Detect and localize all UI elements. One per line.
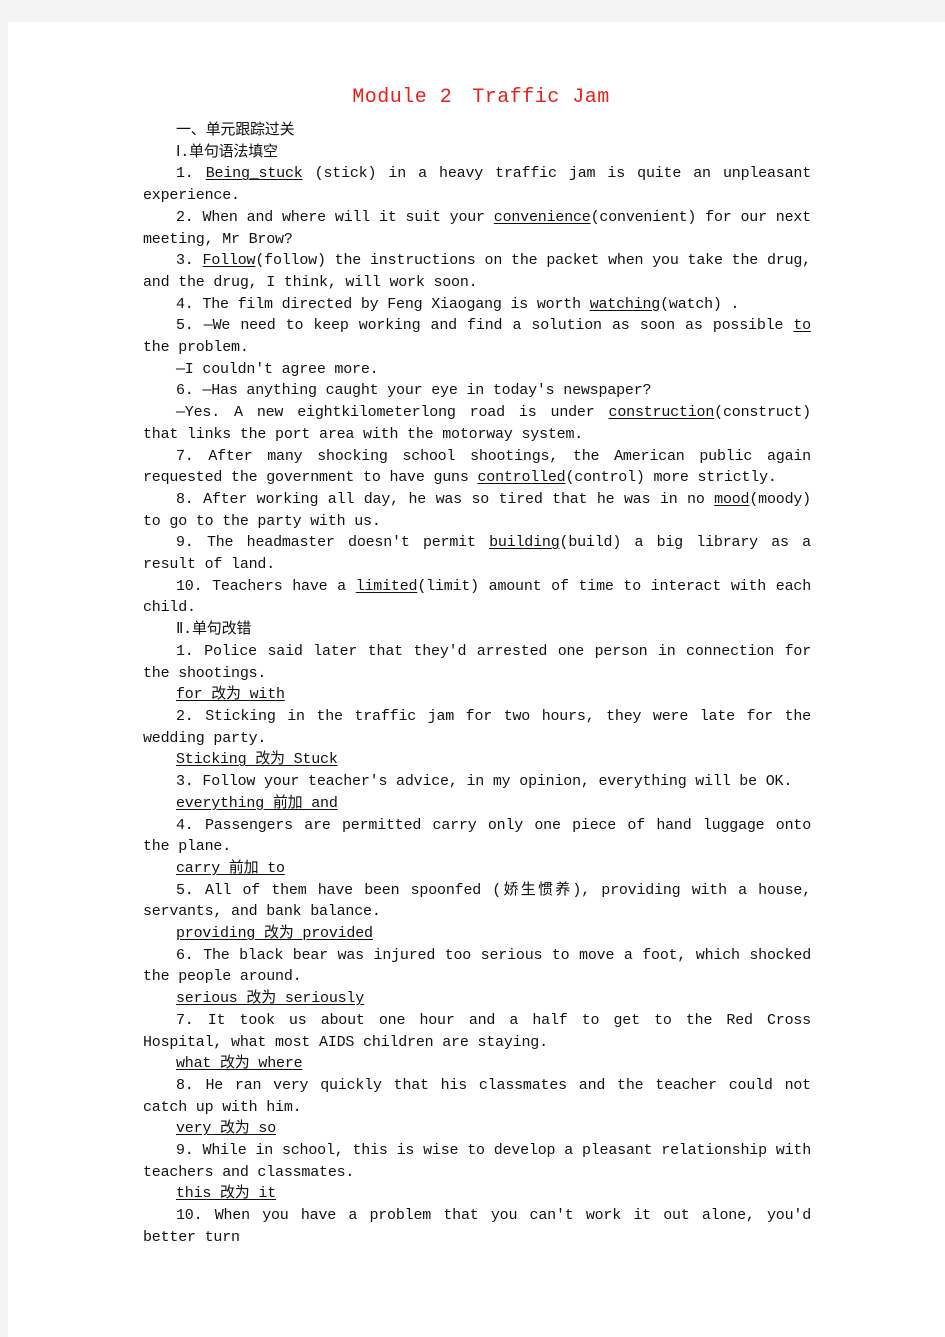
- error-item-1: 1. Police said later that they'd arreste…: [143, 642, 811, 682]
- answer: to: [793, 317, 811, 335]
- error-item-7: 7. It took us about one hour and a half …: [143, 1011, 811, 1051]
- error-item-3: 3. Follow your teacher's advice, in my o…: [176, 773, 793, 791]
- answer: convenience: [493, 208, 591, 226]
- fill-item-4: 4. The film directed by Feng Xiaogang is…: [176, 295, 740, 313]
- fill-item-10: 10. Teachers have a limited(limit) amoun…: [143, 577, 811, 617]
- answer: limited: [355, 577, 418, 595]
- fill-item-9: 9. The headmaster doesn't permit buildin…: [143, 534, 811, 574]
- part1-heading: Ⅰ.单句语法填空: [176, 143, 278, 161]
- correction-2: Sticking 改为 Stuck: [176, 751, 338, 769]
- title-topic: Traffic Jam: [472, 86, 610, 109]
- fill-item-1: 1. Being_stuck (stick) in a heavy traffi…: [143, 165, 811, 205]
- document-body: 一、单元跟踪过关 Ⅰ.单句语法填空 1. Being_stuck (stick)…: [143, 120, 811, 1249]
- answer: building: [489, 534, 560, 552]
- correction-5: providing 改为 provided: [176, 925, 373, 943]
- error-item-4: 4. Passengers are permitted carry only o…: [143, 816, 811, 856]
- fill-item-7: 7. After many shocking school shootings,…: [143, 447, 811, 487]
- answer: mood: [714, 490, 750, 508]
- fill-item-6-reply: —Yes. A new eightkilometerlong road is u…: [143, 404, 811, 443]
- error-item-9: 9. While in school, this is wise to deve…: [143, 1142, 811, 1181]
- fill-item-3: 3. Follow(follow) the instructions on th…: [143, 252, 811, 291]
- correction-6: serious 改为 seriously: [176, 990, 365, 1008]
- answer: controlled: [477, 469, 566, 487]
- part2-heading: Ⅱ.单句改错: [176, 621, 252, 639]
- fill-item-5-reply: —I couldn't agree more.: [176, 360, 379, 378]
- page-title: Module 2 Traffic Jam: [0, 86, 945, 109]
- answer: Follow: [202, 252, 256, 270]
- correction-9: this 改为 it: [176, 1185, 277, 1203]
- correction-3: everything 前加 and: [176, 794, 338, 812]
- answer: construction: [608, 404, 715, 422]
- answer: Being_stuck: [205, 165, 303, 183]
- answer: watching: [589, 295, 661, 313]
- error-item-6: 6. The black bear was injured too seriou…: [143, 946, 811, 986]
- section-heading: 一、单元跟踪过关: [176, 122, 295, 139]
- fill-item-2: 2. When and where will it suit your conv…: [143, 208, 811, 248]
- fill-item-6: 6. —Has anything caught your eye in toda…: [176, 382, 652, 400]
- title-module: Module 2: [352, 86, 453, 109]
- fill-item-5: 5. —We need to keep working and find a s…: [143, 317, 811, 357]
- error-item-2: 2. Sticking in the traffic jam for two h…: [143, 707, 811, 747]
- error-item-8: 8. He ran very quickly that his classmat…: [143, 1076, 811, 1116]
- error-item-10: 10. When you have a problem that you can…: [143, 1207, 811, 1246]
- correction-8: very 改为 so: [176, 1120, 277, 1138]
- correction-7: what 改为 where: [176, 1055, 303, 1073]
- correction-1: for 改为 with: [176, 686, 285, 704]
- fill-item-8: 8. After working all day, he was so tire…: [143, 490, 811, 530]
- correction-4: carry 前加 to: [176, 859, 285, 877]
- error-item-5: 5. All of them have been spoonfed (娇生惯养)…: [143, 881, 811, 921]
